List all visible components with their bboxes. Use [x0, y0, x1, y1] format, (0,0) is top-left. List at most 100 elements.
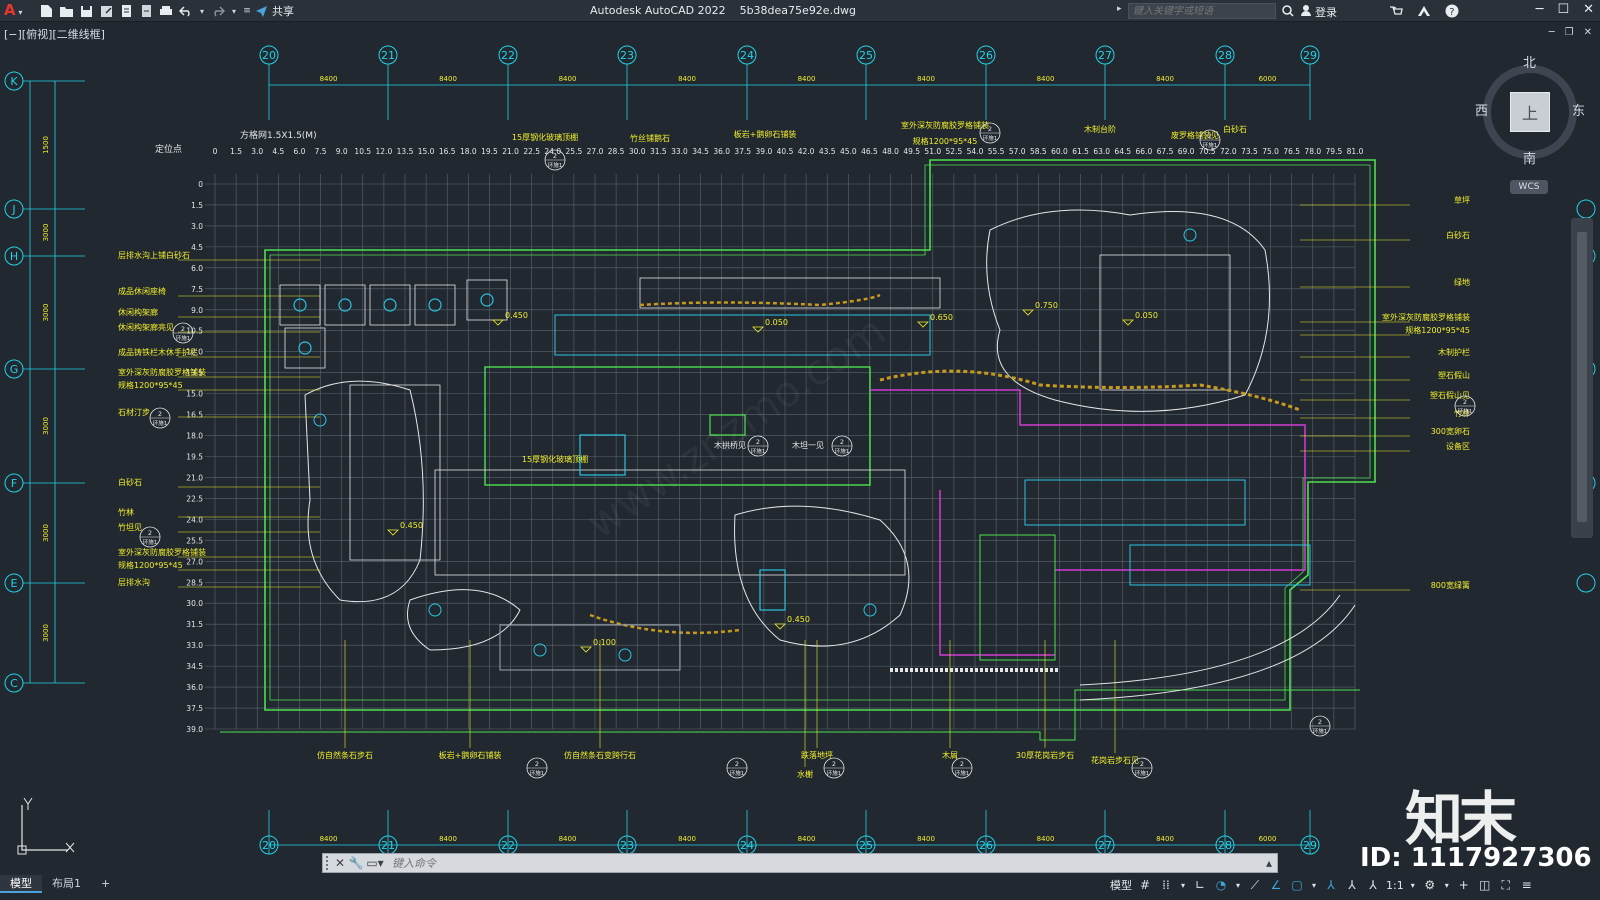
- clean-screen-icon[interactable]: ⛶: [1498, 877, 1514, 893]
- annotation-visibility-icon[interactable]: ⅄: [1323, 877, 1339, 893]
- annotation-scale-value[interactable]: 1:1: [1386, 879, 1404, 892]
- pergola-cell: [324, 284, 366, 326]
- tab-layout1[interactable]: 布局1: [42, 875, 91, 893]
- column-dimension: 8400: [678, 75, 696, 83]
- workspace-gear-icon[interactable]: ⚙: [1422, 877, 1438, 893]
- wcs-menu[interactable]: WCS: [1510, 180, 1548, 194]
- column-dimension: 8400: [320, 835, 338, 843]
- command-close-icon[interactable]: ✕: [332, 855, 348, 871]
- viewport-close-icon[interactable]: ✕: [1584, 27, 1592, 38]
- compass-east[interactable]: 东: [1572, 100, 1585, 119]
- level-symbol: [752, 326, 764, 333]
- command-recent-icon[interactable]: ▴: [1261, 855, 1277, 871]
- annotation-label: 15厚钢化玻璃顶棚: [512, 132, 578, 142]
- y-tick-label: 39.0: [186, 725, 203, 734]
- detail-callout-sheet: 环施1: [143, 538, 158, 546]
- navigation-bar[interactable]: [1571, 218, 1593, 538]
- detail-callout-number: 2: [1208, 132, 1212, 140]
- grid-display-icon[interactable]: #: [1137, 877, 1153, 893]
- add-layout-button[interactable]: +: [91, 875, 120, 893]
- command-history-icon[interactable]: ▭▾: [364, 855, 386, 871]
- search-input[interactable]: [1128, 3, 1276, 19]
- search-expand-icon[interactable]: ▸: [1117, 4, 1122, 14]
- snap-dropdown-icon[interactable]: ▾: [1179, 877, 1187, 893]
- column-mark: [338, 298, 352, 312]
- quick-access-toolbar: ▾ ▾ ≡: [38, 3, 252, 19]
- autocad-logo-icon[interactable]: A ▾: [4, 1, 26, 21]
- annotation-scale-icon[interactable]: ⅄: [1365, 877, 1381, 893]
- viewport-minimize-icon[interactable]: ─: [1549, 27, 1555, 38]
- save-as-icon[interactable]: [98, 3, 114, 19]
- row-dimension: 3000: [42, 304, 50, 322]
- annotation-label: 石材汀步: [118, 407, 150, 417]
- a360-icon[interactable]: [1416, 3, 1432, 19]
- column-dimension: 8400: [917, 835, 935, 843]
- x-tick-label: 3.0: [251, 147, 263, 156]
- share-button[interactable]: 共享: [255, 3, 294, 19]
- workspace-dropdown-icon[interactable]: ▾: [1443, 877, 1451, 893]
- compass-west[interactable]: 西: [1475, 100, 1488, 119]
- compass-north[interactable]: 北: [1523, 52, 1536, 71]
- column-axis-label: 27: [1098, 49, 1112, 62]
- gravel-patch: [407, 589, 521, 651]
- undo-dropdown-icon[interactable]: ▾: [198, 3, 206, 19]
- auto-scale-icon[interactable]: ⅄: [1344, 877, 1360, 893]
- x-tick-label: 66.0: [1136, 147, 1153, 156]
- help-icon[interactable]: ?: [1444, 3, 1460, 19]
- login-button[interactable]: 登录 ▾: [1300, 4, 1396, 20]
- drawing-canvas[interactable]: 0 1.5 3.0 4.5 6.0 7.5 9.0 10.5 12.0 13.5 15.0 16.5 1…: [0, 40, 1600, 858]
- minimize-icon[interactable]: ─: [1536, 2, 1544, 17]
- x-tick-label: 36.0: [713, 147, 730, 156]
- search-icon[interactable]: [1280, 3, 1296, 19]
- new-file-icon[interactable]: [38, 3, 54, 19]
- x-tick-label: 42.0: [798, 147, 815, 156]
- customization-icon[interactable]: ≡: [1519, 877, 1535, 893]
- grid-label: 方格网1.5X1.5(M): [240, 129, 317, 141]
- annotation-monitor-icon[interactable]: +: [1456, 877, 1472, 893]
- tab-model[interactable]: 模型: [0, 875, 42, 893]
- compass-south[interactable]: 南: [1523, 148, 1536, 167]
- navigation-bar-track[interactable]: [1577, 232, 1587, 522]
- redo-dropdown-icon[interactable]: ▾: [230, 3, 238, 19]
- save-to-web-icon[interactable]: [138, 3, 154, 19]
- osnap-dropdown-icon[interactable]: ▾: [1310, 877, 1318, 893]
- open-from-web-icon[interactable]: [118, 3, 134, 19]
- close-icon[interactable]: ✕: [1583, 2, 1594, 17]
- model-space-button[interactable]: 模型: [1110, 877, 1132, 893]
- polar-dropdown-icon[interactable]: ▾: [1234, 877, 1242, 893]
- polar-tracking-icon[interactable]: ◔: [1213, 877, 1229, 893]
- ortho-mode-icon[interactable]: ∟: [1192, 877, 1208, 893]
- x-tick-label: 19.5: [481, 147, 498, 156]
- command-customize-icon[interactable]: 🔧: [348, 855, 364, 871]
- autodesk-app-store-icon[interactable]: [1388, 3, 1404, 19]
- maximize-icon[interactable]: ☐: [1557, 2, 1569, 17]
- column-dimension: 6000: [1259, 835, 1277, 843]
- column-dimension: 8400: [1156, 835, 1174, 843]
- object-snap-icon[interactable]: ▢: [1289, 877, 1305, 893]
- annotation-label: 休闲构架廊亮见: [118, 322, 174, 332]
- save-icon[interactable]: [78, 3, 94, 19]
- viewcube[interactable]: 北 南 东 西 上 WCS: [1470, 52, 1590, 202]
- viewcube-top-face[interactable]: 上: [1510, 92, 1550, 132]
- pergola-cell: [279, 284, 321, 326]
- command-input[interactable]: [386, 855, 1261, 871]
- x-tick-label: 61.5: [1072, 147, 1089, 156]
- plot-icon[interactable]: [158, 3, 174, 19]
- customize-qat-icon[interactable]: ≡: [242, 3, 252, 19]
- open-file-icon[interactable]: [58, 3, 74, 19]
- redo-icon[interactable]: [210, 3, 226, 19]
- detail-callout-sheet: 环施1: [530, 769, 545, 777]
- undo-icon[interactable]: [178, 3, 194, 19]
- viewport-restore-icon[interactable]: ❐: [1565, 27, 1574, 38]
- detail-callout-number: 2: [1318, 718, 1322, 726]
- annotation-label: 室外深灰防腐胶罗格铺装: [118, 367, 206, 377]
- isolate-objects-icon[interactable]: ◫: [1477, 877, 1493, 893]
- object-snap-tracking-icon[interactable]: ∠: [1268, 877, 1284, 893]
- curved-hedge: [1079, 594, 1341, 686]
- scale-dropdown-icon[interactable]: ▾: [1409, 877, 1417, 893]
- x-tick-label: 39.0: [756, 147, 773, 156]
- snap-mode-icon[interactable]: ⁞⁞: [1158, 877, 1174, 893]
- annotation-label: 木屑: [942, 750, 958, 760]
- x-tick-label: 25.5: [566, 147, 583, 156]
- isometric-drafting-icon[interactable]: ⟋: [1247, 877, 1263, 893]
